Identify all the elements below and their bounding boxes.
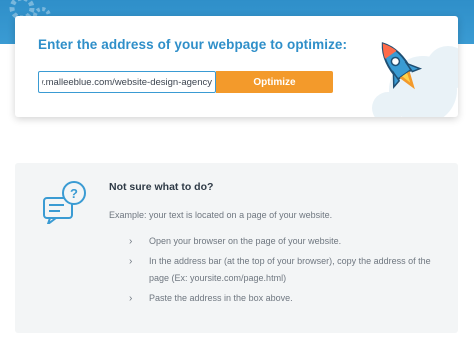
- optimize-button[interactable]: Optimize: [216, 71, 333, 93]
- step-text: In the address bar (at the top of your b…: [149, 255, 431, 284]
- step-text: Paste the address in the box above.: [149, 292, 293, 303]
- chevron-right-icon: ›: [129, 255, 133, 267]
- help-example: Example: your text is located on a page …: [109, 210, 333, 220]
- steps-list: › Open your browser on the page of your …: [129, 233, 449, 309]
- step-text: Open your browser on the page of your we…: [149, 236, 342, 246]
- list-item: › In the address bar (at the top of your…: [129, 253, 449, 288]
- list-item: › Open your browser on the page of your …: [129, 233, 449, 251]
- rocket-icon: [381, 42, 423, 90]
- help-panel: ? Not sure what to do? Example: your tex…: [15, 163, 458, 333]
- optimizer-card: Enter the address of your webpage to opt…: [15, 16, 458, 117]
- chevron-right-icon: ›: [129, 292, 133, 304]
- chevron-right-icon: ›: [129, 236, 133, 247]
- url-input[interactable]: [38, 71, 216, 93]
- svg-text:?: ?: [70, 186, 78, 201]
- list-item: › Paste the address in the box above.: [129, 290, 449, 308]
- optimizer-title: Enter the address of your webpage to opt…: [38, 37, 348, 52]
- chat-question-icon: ?: [43, 181, 86, 224]
- help-title: Not sure what to do?: [109, 181, 214, 193]
